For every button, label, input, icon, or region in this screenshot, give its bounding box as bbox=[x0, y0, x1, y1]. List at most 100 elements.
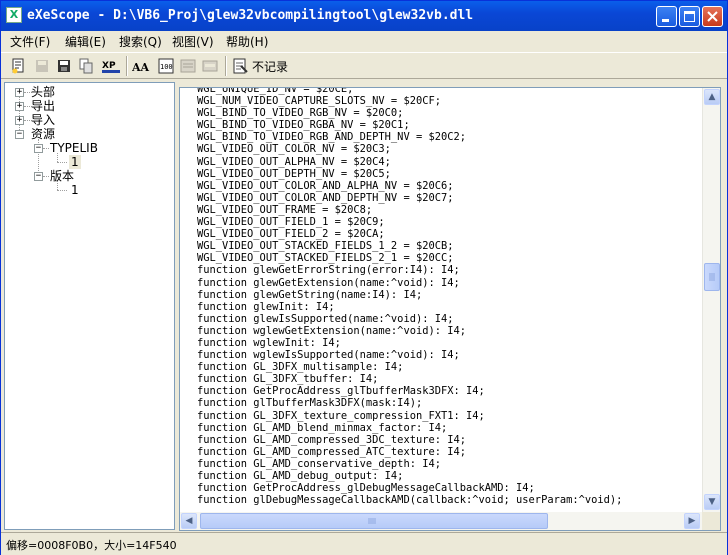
close-icon bbox=[707, 11, 718, 22]
title-bar[interactable]: X eXeScope - D:\VB6_Proj\glew32vbcompili… bbox=[1, 1, 727, 31]
code-line: function GL_AMD_compressed_3DC_texture: … bbox=[197, 433, 466, 446]
svg-text:100: 100 bbox=[160, 63, 173, 71]
tree-line bbox=[43, 148, 49, 149]
code-line: WGL_VIDEO_OUT_COLOR_AND_ALPHA_NV = $20C6… bbox=[197, 179, 454, 192]
tree-node-import[interactable]: 导入 bbox=[31, 113, 55, 127]
collapse-icon[interactable]: − bbox=[34, 144, 43, 153]
expand-icon[interactable]: + bbox=[15, 102, 24, 111]
code-line: WGL_VIDEO_OUT_STACKED_FIELDS_1_2 = $20CB… bbox=[197, 240, 454, 253]
binary-icon[interactable]: 100 bbox=[157, 57, 175, 75]
code-line: function GL_3DFX_multisample: I4; bbox=[197, 361, 404, 374]
grip-icon bbox=[368, 518, 376, 524]
code-text[interactable]: WGL_UNIQUE_ID_NV = $20CE; WGL_NUM_VIDEO_C… bbox=[197, 88, 702, 512]
vertical-scroll-thumb[interactable] bbox=[704, 263, 720, 291]
code-line: function wglewGetExtension(name:^void): … bbox=[197, 324, 466, 337]
menu-file[interactable]: 文件(F) bbox=[10, 33, 50, 50]
tree-node-version[interactable]: 版本 bbox=[50, 169, 74, 183]
code-line: function GL_AMD_conservative_depth: I4; bbox=[197, 457, 441, 470]
menu-edit[interactable]: 编辑(E) bbox=[65, 33, 106, 50]
code-line: WGL_VIDEO_OUT_FIELD_1 = $20C9; bbox=[197, 216, 385, 229]
status-bar: 偏移=0008F0B0，大小=14F540 bbox=[1, 532, 727, 555]
code-line: WGL_VIDEO_OUT_STACKED_FIELDS_2_1 = $20CC… bbox=[197, 252, 454, 265]
font-icon[interactable]: AA bbox=[131, 57, 152, 75]
close-button[interactable] bbox=[702, 6, 723, 27]
form-disabled-icon[interactable] bbox=[201, 57, 219, 75]
code-line: WGL_VIDEO_OUT_ALPHA_NV = $20C4; bbox=[197, 155, 391, 168]
code-line: function glewGetErrorString(error:I4): I… bbox=[197, 264, 460, 277]
window-title: eXeScope - D:\VB6_Proj\glew32vbcompiling… bbox=[27, 8, 474, 23]
svg-text:AA: AA bbox=[132, 61, 150, 74]
horizontal-scroll-thumb[interactable] bbox=[200, 513, 548, 529]
minimize-button[interactable] bbox=[656, 6, 677, 27]
toolbar-separator bbox=[126, 56, 128, 76]
code-line: WGL_BIND_TO_VIDEO_RGB_AND_DEPTH_NV = $20… bbox=[197, 131, 466, 144]
open-file-icon[interactable] bbox=[9, 57, 27, 75]
xp-icon[interactable]: XP bbox=[101, 57, 123, 75]
copy-icon[interactable] bbox=[77, 57, 95, 75]
code-line: WGL_VIDEO_OUT_COLOR_AND_DEPTH_NV = $20C7… bbox=[197, 191, 454, 204]
collapse-icon[interactable]: − bbox=[15, 130, 24, 139]
code-line: WGL_VIDEO_OUT_FRAME = $20C8; bbox=[197, 203, 373, 216]
code-line: WGL_VIDEO_OUT_DEPTH_NV = $20C5; bbox=[197, 167, 391, 180]
code-line: function GL_AMD_compressed_ATC_texture: … bbox=[197, 445, 466, 458]
code-line: function GetProcAddress_glDebugMessageCa… bbox=[197, 482, 535, 495]
vertical-scrollbar[interactable]: ▲ ▼ bbox=[702, 88, 720, 512]
tree-node-typelib-1[interactable]: 1 bbox=[69, 155, 81, 169]
tree-line bbox=[57, 190, 67, 191]
menu-search[interactable]: 搜索(Q) bbox=[119, 33, 162, 50]
tree-line bbox=[43, 176, 49, 177]
code-line: WGL_BIND_TO_VIDEO_RGB_NV = $20C0; bbox=[197, 107, 404, 120]
toolbar-separator bbox=[225, 56, 227, 76]
tree-node-typelib[interactable]: TYPELIB bbox=[50, 141, 98, 155]
scroll-down-button[interactable]: ▼ bbox=[704, 494, 720, 510]
resource-tree[interactable]: + 头部 + 导出 + 导入 − 资源 − TYPELIB 1 − 版本 1 bbox=[4, 82, 175, 530]
tree-node-export[interactable]: 导出 bbox=[31, 99, 55, 113]
code-line: function glewGetExtension(name:^void): I… bbox=[197, 276, 460, 289]
no-record-label[interactable]: 不记录 bbox=[252, 58, 288, 75]
app-icon[interactable]: X bbox=[6, 7, 22, 23]
code-line: WGL_BIND_TO_VIDEO_RGBA_NV = $20C1; bbox=[197, 119, 410, 132]
scroll-left-button[interactable]: ◀ bbox=[181, 513, 197, 529]
status-text: 偏移=0008F0B0，大小=14F540 bbox=[6, 539, 177, 552]
collapse-icon[interactable]: − bbox=[34, 172, 43, 181]
menu-view[interactable]: 视图(V) bbox=[172, 33, 214, 50]
code-line: WGL_VIDEO_OUT_COLOR_NV = $20C3; bbox=[197, 143, 391, 156]
tree-node-resource[interactable]: 资源 bbox=[31, 127, 55, 141]
svg-text:XP: XP bbox=[102, 61, 116, 71]
code-line: function glewGetString(name:I4): I4; bbox=[197, 288, 423, 301]
scroll-right-button[interactable]: ▶ bbox=[684, 513, 700, 529]
code-line: function GL_AMD_debug_output: I4; bbox=[197, 470, 404, 482]
menu-help[interactable]: 帮助(H) bbox=[226, 33, 268, 50]
dialog-disabled-icon[interactable] bbox=[179, 57, 197, 75]
scroll-up-button[interactable]: ▲ bbox=[704, 89, 720, 105]
code-line: function GetProcAddress_glTbufferMask3DF… bbox=[197, 385, 485, 398]
code-line: function glewIsSupported(name:^void): I4… bbox=[197, 312, 454, 325]
save-disabled-icon[interactable] bbox=[33, 57, 51, 75]
menu-bar: 文件(F) 编辑(E) 搜索(Q) 视图(V) 帮助(H) bbox=[1, 31, 727, 51]
code-line: WGL_VIDEO_OUT_FIELD_2 = $20CA; bbox=[197, 228, 385, 241]
grip-icon bbox=[709, 273, 715, 281]
code-line: WGL_NUM_VIDEO_CAPTURE_SLOTS_NV = $20CF; bbox=[197, 95, 441, 108]
code-line: function glewInit: I4; bbox=[197, 300, 335, 313]
code-line: function wglewInit: I4; bbox=[197, 336, 341, 349]
tree-line bbox=[19, 92, 20, 134]
maximize-icon bbox=[684, 11, 695, 22]
horizontal-scrollbar[interactable]: ◀ ▶ bbox=[180, 512, 702, 530]
tree-node-version-1[interactable]: 1 bbox=[69, 183, 81, 197]
code-line: function glTbufferMask3DFX(mask:I4); bbox=[197, 397, 423, 410]
tree-node-header[interactable]: 头部 bbox=[31, 85, 55, 99]
minimize-icon bbox=[662, 19, 669, 22]
app-window: X eXeScope - D:\VB6_Proj\glew32vbcompili… bbox=[0, 0, 728, 555]
no-record-icon[interactable] bbox=[231, 57, 249, 75]
tree-line bbox=[57, 162, 67, 163]
save-icon[interactable] bbox=[55, 57, 73, 75]
code-line: WGL_UNIQUE_ID_NV = $20CE; bbox=[197, 88, 354, 95]
scroll-corner bbox=[702, 512, 720, 530]
expand-icon[interactable]: + bbox=[15, 88, 24, 97]
code-line: function GL_3DFX_tbuffer: I4; bbox=[197, 373, 379, 386]
code-line: function GL_3DFX_texture_compression_FXT… bbox=[197, 409, 485, 422]
content-viewer[interactable]: WGL_UNIQUE_ID_NV = $20CE; WGL_NUM_VIDEO_C… bbox=[179, 87, 721, 531]
code-line: function wglewIsSupported(name:^void): I… bbox=[197, 349, 460, 362]
maximize-button[interactable] bbox=[679, 6, 700, 27]
expand-icon[interactable]: + bbox=[15, 116, 24, 125]
